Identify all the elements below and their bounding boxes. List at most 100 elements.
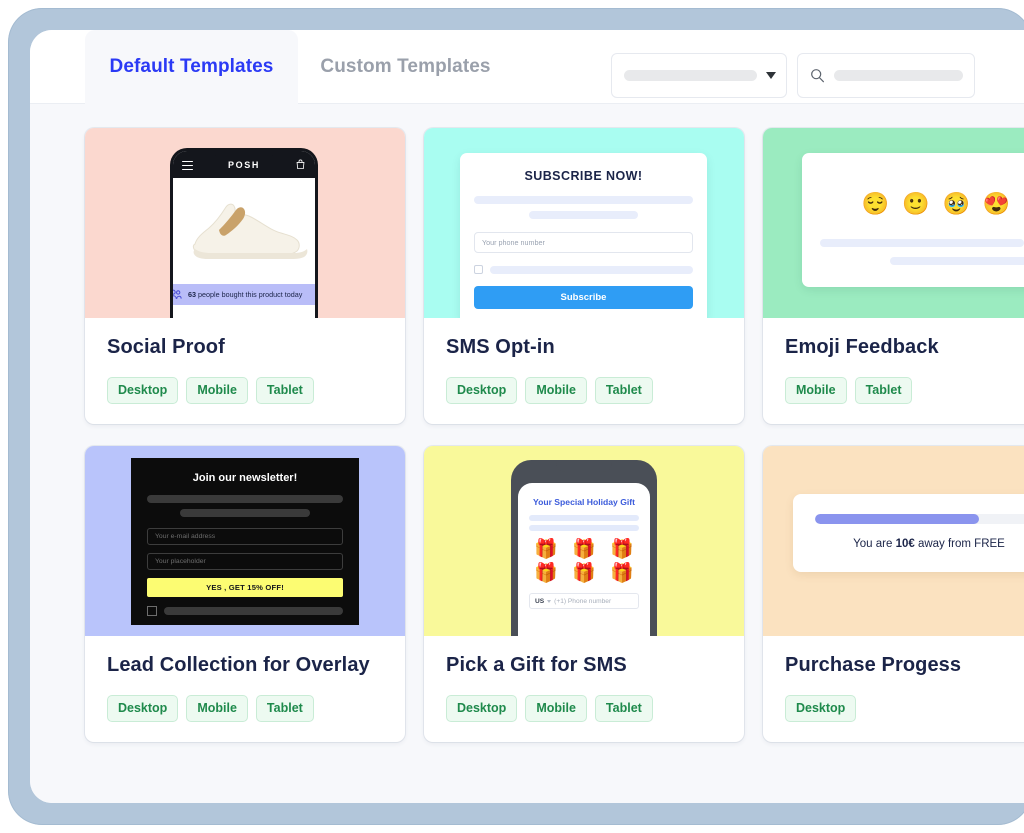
lead-cta-label: YES , GET 15% OFF! — [206, 583, 284, 592]
badge-mobile[interactable]: Mobile — [186, 377, 248, 404]
tab-default-templates[interactable]: Default Templates — [85, 30, 298, 104]
chevron-down-icon — [766, 72, 776, 79]
phone-notch — [213, 148, 275, 158]
card-body: Pick a Gift for SMS Desktop Mobile Table… — [424, 636, 744, 742]
social-proof-banner-text: 63 people bought this product today — [188, 290, 302, 299]
skeleton-line — [529, 525, 639, 531]
template-card-lead-collection[interactable]: Join our newsletter! Your e-mail address… — [85, 446, 405, 742]
template-row: POSH — [85, 128, 1024, 424]
card-badges: Desktop Mobile Tablet — [446, 377, 722, 404]
gift-icon[interactable]: 🎁 — [534, 564, 558, 583]
filter-dropdown[interactable] — [611, 53, 787, 98]
card-body: Emoji Feedback Mobile Tablet — [763, 318, 1024, 424]
sms-consent-checkbox[interactable] — [474, 265, 483, 274]
emoji-modal: 😌 🙂 🥹 😍 — [802, 153, 1024, 287]
template-card-purchase-progress[interactable]: You are 10€ away from FREE Purchase Prog… — [763, 446, 1024, 742]
template-preview-sms-optin: SUBSCRIBE NOW! Your phone number — [424, 128, 744, 318]
store-topbar: POSH — [173, 151, 315, 178]
gift-phone-input[interactable]: US (+1) Phone number — [529, 593, 639, 609]
badge-tablet[interactable]: Tablet — [256, 695, 314, 722]
lead-consent-checkbox[interactable] — [147, 606, 157, 616]
card-title: Purchase Progess — [785, 654, 1024, 677]
card-body: Lead Collection for Overlay Desktop Mobi… — [85, 636, 405, 742]
card-title: Emoji Feedback — [785, 336, 1024, 359]
skeleton-line — [529, 515, 639, 521]
badge-mobile[interactable]: Mobile — [525, 695, 587, 722]
search-icon — [810, 68, 825, 83]
gift-icon[interactable]: 🎁 — [610, 540, 634, 559]
tab-label: Default Templates — [110, 56, 274, 78]
sms-subscribe-label: Subscribe — [561, 292, 607, 303]
gift-icon[interactable]: 🎁 — [572, 540, 596, 559]
sms-phone-placeholder: Your phone number — [482, 238, 545, 247]
badge-mobile[interactable]: Mobile — [186, 695, 248, 722]
hamburger-menu-icon — [182, 161, 193, 173]
skeleton-line — [474, 196, 693, 204]
badge-desktop[interactable]: Desktop — [107, 695, 178, 722]
social-proof-count: 63 — [188, 290, 196, 299]
purchase-progress-text: You are 10€ away from FREE — [815, 538, 1024, 550]
phone-screen: × Your Special Holiday Gift 🎁 🎁 🎁 🎁 🎁 — [518, 483, 650, 636]
chevron-down-icon — [547, 600, 551, 603]
badge-tablet[interactable]: Tablet — [595, 377, 653, 404]
sms-subscribe-button[interactable]: Subscribe — [474, 286, 693, 309]
people-icon — [170, 289, 182, 300]
gift-icon[interactable]: 🎁 — [572, 564, 596, 583]
template-preview-pick-a-gift: × Your Special Holiday Gift 🎁 🎁 🎁 🎁 🎁 — [424, 446, 744, 636]
template-card-sms-optin[interactable]: SUBSCRIBE NOW! Your phone number — [424, 128, 744, 424]
badge-mobile[interactable]: Mobile — [785, 377, 847, 404]
sms-consent-row — [474, 265, 693, 274]
purchase-progress-modal: You are 10€ away from FREE — [793, 494, 1024, 572]
skeleton-line — [529, 211, 639, 219]
card-title: Pick a Gift for SMS — [446, 654, 722, 677]
template-card-pick-a-gift[interactable]: × Your Special Holiday Gift 🎁 🎁 🎁 🎁 🎁 — [424, 446, 744, 742]
template-grid: POSH — [30, 104, 1024, 803]
gift-choice-grid: 🎁 🎁 🎁 🎁 🎁 🎁 — [529, 540, 639, 583]
emoji-rating-row: 😌 🙂 🥹 😍 — [820, 193, 1024, 215]
tab-custom-templates[interactable]: Custom Templates — [298, 30, 513, 104]
card-badges: Desktop Mobile Tablet — [107, 377, 383, 404]
skeleton-line — [180, 509, 309, 517]
lead-footer-row — [147, 606, 343, 616]
store-wordmark: POSH — [228, 160, 260, 170]
toolbar: Default Templates Custom Templates — [30, 30, 1024, 104]
sms-phone-input[interactable]: Your phone number — [474, 232, 693, 253]
social-proof-banner: 63 people bought this product today — [170, 284, 318, 305]
lead-email-input[interactable]: Your e-mail address — [147, 528, 343, 545]
badge-tablet[interactable]: Tablet — [256, 377, 314, 404]
emoji-relieved[interactable]: 😌 — [862, 193, 889, 215]
lead-modal: Join our newsletter! Your e-mail address… — [131, 458, 359, 625]
card-badges: Desktop Mobile Tablet — [107, 695, 383, 722]
badge-desktop[interactable]: Desktop — [446, 377, 517, 404]
card-title: Social Proof — [107, 336, 383, 359]
lead-second-input[interactable]: Your placeholder — [147, 553, 343, 570]
sms-headline: SUBSCRIBE NOW! — [474, 169, 693, 183]
skeleton-line — [820, 239, 1024, 247]
lead-cta-button[interactable]: YES , GET 15% OFF! — [147, 578, 343, 597]
template-preview-lead-collection: Join our newsletter! Your e-mail address… — [85, 446, 405, 636]
gift-icon[interactable]: 🎁 — [534, 540, 558, 559]
badge-mobile[interactable]: Mobile — [525, 377, 587, 404]
emoji-slight-smile[interactable]: 🙂 — [902, 193, 929, 215]
template-card-emoji-feedback[interactable]: 😌 🙂 🥹 😍 Emoji Feedback Mobile — [763, 128, 1024, 424]
search-input[interactable] — [797, 53, 975, 98]
template-preview-emoji-feedback: 😌 🙂 🥹 😍 — [763, 128, 1024, 318]
template-card-social-proof[interactable]: POSH — [85, 128, 405, 424]
badge-desktop[interactable]: Desktop — [446, 695, 517, 722]
badge-tablet[interactable]: Tablet — [595, 695, 653, 722]
phone-mockup: × Your Special Holiday Gift 🎁 🎁 🎁 🎁 🎁 — [511, 460, 657, 636]
tab-label: Custom Templates — [320, 56, 490, 78]
badge-desktop[interactable]: Desktop — [107, 377, 178, 404]
emoji-pleading[interactable]: 🥹 — [943, 193, 970, 215]
badge-desktop[interactable]: Desktop — [785, 695, 856, 722]
card-badges: Mobile Tablet — [785, 377, 1024, 404]
gift-headline: Your Special Holiday Gift — [529, 497, 639, 507]
template-preview-social-proof: POSH — [85, 128, 405, 318]
card-body: Social Proof Desktop Mobile Tablet — [85, 318, 405, 424]
product-image — [173, 178, 315, 273]
gift-icon[interactable]: 🎁 — [610, 564, 634, 583]
card-badges: Desktop — [785, 695, 1024, 722]
badge-tablet[interactable]: Tablet — [855, 377, 913, 404]
purchase-amount: 10€ — [896, 538, 915, 550]
emoji-heart-eyes[interactable]: 😍 — [983, 193, 1010, 215]
